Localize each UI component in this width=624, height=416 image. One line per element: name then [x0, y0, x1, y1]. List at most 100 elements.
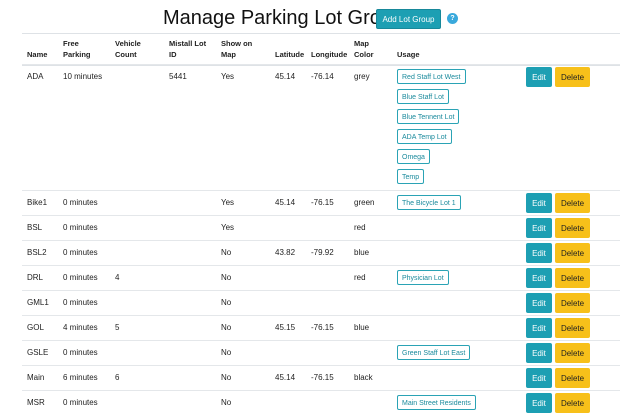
cell-free-parking: 10 minutes: [63, 72, 103, 81]
edit-button[interactable]: Edit: [526, 67, 552, 87]
edit-button[interactable]: Edit: [526, 368, 552, 388]
table-header: Name Free Parking Vehicle Count Mistall …: [22, 33, 620, 66]
column-header-show-on-map[interactable]: Show on Map: [221, 38, 261, 60]
edit-button[interactable]: Edit: [526, 218, 552, 238]
cell-free-parking: 0 minutes: [63, 248, 98, 257]
delete-button[interactable]: Delete: [555, 67, 590, 87]
cell-name: MSR: [27, 398, 45, 407]
usage-tag[interactable]: Main Street Residents: [397, 395, 476, 410]
cell-latitude: 45.14: [275, 373, 296, 382]
cell-show-on-map: Yes: [221, 72, 235, 81]
edit-button[interactable]: Edit: [526, 193, 552, 213]
cell-show-on-map: Yes: [221, 198, 235, 207]
cell-longitude: -76.14: [311, 72, 334, 81]
usage-tag[interactable]: The Bicycle Lot 1: [397, 195, 461, 210]
cell-map-color: blue: [354, 248, 370, 257]
cell-latitude: 45.14: [275, 198, 296, 207]
delete-button[interactable]: Delete: [555, 218, 590, 238]
usage-tag[interactable]: Blue Tennent Lot: [397, 109, 460, 124]
cell-free-parking: 0 minutes: [63, 348, 98, 357]
add-lot-group-button[interactable]: Add Lot Group: [376, 9, 441, 29]
delete-button[interactable]: Delete: [555, 268, 590, 288]
cell-latitude: 43.82: [275, 248, 296, 257]
cell-name: ADA: [27, 72, 44, 81]
table-row: GOL 4 minutes 5 No 45.15 -76.15 blue Edit Delete: [22, 315, 620, 341]
usage-tag[interactable]: Blue Staff Lot: [397, 89, 449, 104]
edit-button[interactable]: Edit: [526, 243, 552, 263]
column-header-mistall-lot-id[interactable]: Mistall Lot ID: [169, 38, 215, 60]
cell-name: GML1: [27, 298, 49, 307]
cell-name: Bike1: [27, 198, 48, 207]
cell-map-color: black: [354, 373, 373, 382]
cell-latitude: 45.14: [275, 72, 296, 81]
table-row: GSLE 0 minutes No Green Staff Lot East Edit D…: [22, 340, 620, 366]
cell-name: BSL: [27, 223, 43, 232]
delete-button[interactable]: Delete: [555, 368, 590, 388]
cell-map-color: blue: [354, 323, 370, 332]
edit-button[interactable]: Edit: [526, 343, 552, 363]
usage-tag[interactable]: Physician Lot: [397, 270, 449, 285]
cell-map-color: red: [354, 223, 366, 232]
cell-show-on-map: Yes: [221, 223, 235, 232]
cell-show-on-map: No: [221, 273, 232, 282]
table-row: DRL 0 minutes 4 No red Physician Lot Edit Delet…: [22, 265, 620, 291]
usage-tag[interactable]: Red Staff Lot West: [397, 69, 466, 84]
cell-show-on-map: No: [221, 298, 232, 307]
edit-button[interactable]: Edit: [526, 293, 552, 313]
cell-show-on-map: No: [221, 398, 232, 407]
column-header-usage[interactable]: Usage: [397, 49, 420, 60]
cell-longitude: -76.15: [311, 323, 334, 332]
usage-tag[interactable]: Green Staff Lot East: [397, 345, 471, 360]
table-row: BSL 0 minutes Yes red Edit Delete: [22, 215, 620, 241]
cell-show-on-map: No: [221, 348, 232, 357]
cell-vehicle-count: 4: [115, 273, 120, 282]
delete-button[interactable]: Delete: [555, 318, 590, 338]
usage-tag[interactable]: Omega: [397, 149, 430, 164]
cell-free-parking: 4 minutes: [63, 323, 98, 332]
column-header-vehicle-count[interactable]: Vehicle Count: [115, 38, 149, 60]
table-row: Bike1 0 minutes Yes 45.14 -76.15 green The Bic…: [22, 190, 620, 216]
cell-name: GOL: [27, 323, 44, 332]
delete-button[interactable]: Delete: [555, 393, 590, 413]
cell-longitude: -76.15: [311, 373, 334, 382]
help-icon[interactable]: ?: [447, 13, 458, 24]
cell-longitude: -76.15: [311, 198, 334, 207]
edit-button[interactable]: Edit: [526, 318, 552, 338]
column-header-name[interactable]: Name: [27, 49, 61, 60]
column-header-longitude[interactable]: Longitude: [311, 49, 347, 60]
table-row: Main 6 minutes 6 No 45.14 -76.15 black Edit Dele…: [22, 365, 620, 391]
column-header-latitude[interactable]: Latitude: [275, 49, 304, 60]
cell-free-parking: 0 minutes: [63, 223, 98, 232]
table-row: MSR 0 minutes No Main Street Residents Edit D…: [22, 390, 620, 416]
usage-tag[interactable]: Temp: [397, 169, 425, 184]
cell-map-color: red: [354, 273, 366, 282]
cell-latitude: 45.15: [275, 323, 296, 332]
cell-free-parking: 0 minutes: [63, 273, 98, 282]
delete-button[interactable]: Delete: [555, 343, 590, 363]
cell-show-on-map: No: [221, 248, 232, 257]
table-row: GML1 0 minutes No Edit Delete: [22, 290, 620, 316]
cell-longitude: -79.92: [311, 248, 334, 257]
cell-free-parking: 0 minutes: [63, 198, 98, 207]
cell-mistall-lot-id: 5441: [169, 72, 187, 81]
cell-free-parking: 6 minutes: [63, 373, 98, 382]
delete-button[interactable]: Delete: [555, 193, 590, 213]
page-header: Manage Parking Lot Groups Add Lot Group …: [0, 0, 624, 34]
column-header-free-parking[interactable]: Free Parking: [63, 38, 103, 60]
cell-vehicle-count: 5: [115, 323, 120, 332]
delete-button[interactable]: Delete: [555, 243, 590, 263]
cell-name: DRL: [27, 273, 44, 282]
cell-map-color: grey: [354, 72, 370, 81]
cell-name: GSLE: [27, 348, 49, 357]
cell-name: BSL2: [27, 248, 47, 257]
edit-button[interactable]: Edit: [526, 393, 552, 413]
cell-show-on-map: No: [221, 373, 232, 382]
edit-button[interactable]: Edit: [526, 268, 552, 288]
usage-tag[interactable]: ADA Temp Lot: [397, 129, 452, 144]
cell-free-parking: 0 minutes: [63, 398, 98, 407]
column-header-map-color[interactable]: Map Color: [354, 38, 382, 60]
delete-button[interactable]: Delete: [555, 293, 590, 313]
cell-name: Main: [27, 373, 45, 382]
cell-vehicle-count: 6: [115, 373, 120, 382]
cell-free-parking: 0 minutes: [63, 298, 98, 307]
